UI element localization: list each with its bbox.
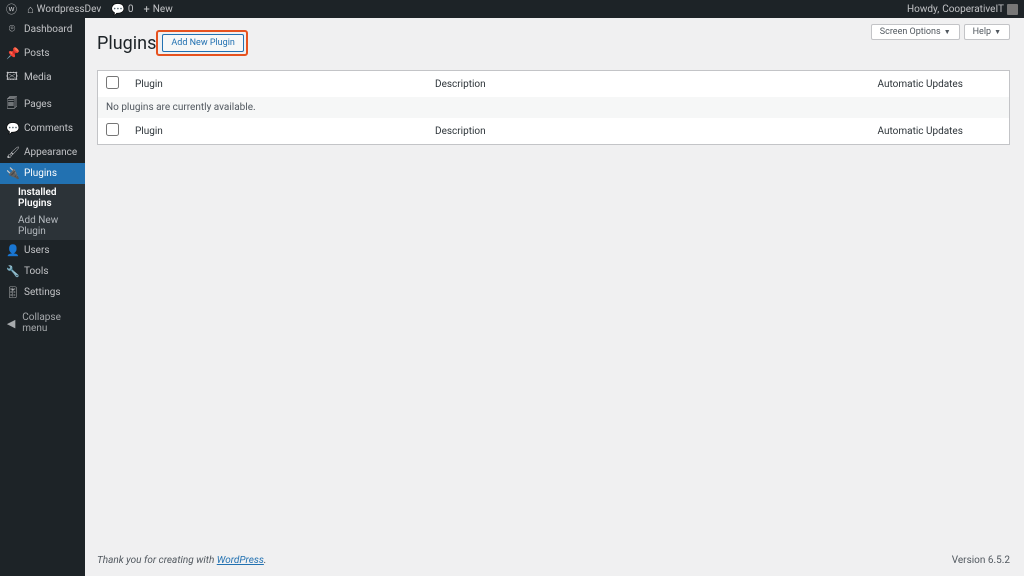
sidebar-item-dashboard[interactable]: ⌾ Dashboard (0, 18, 85, 40)
admin-toolbar-left: ⓦ ⌂WordpressDev 💬0 +New (6, 1, 173, 17)
sidebar-item-label: Settings (24, 287, 61, 298)
column-header-description: Description (427, 71, 870, 98)
page-icon: 🗐 (6, 95, 18, 114)
sidebar-subitem-add-new-plugin[interactable]: Add New Plugin (0, 212, 85, 240)
sidebar-item-tools[interactable]: 🔧 Tools (0, 261, 85, 282)
wordpress-link[interactable]: WordPress (217, 555, 264, 566)
comment-icon: 💬 (6, 122, 18, 135)
account-link[interactable]: Howdy, CooperativeIT (907, 4, 1018, 15)
screen-options-label: Screen Options (880, 27, 941, 37)
select-all-footer (98, 118, 128, 145)
admin-sidebar: ⌾ Dashboard 📌 Posts 🖾 Media 🗐 Pages 💬 Comment… (0, 18, 85, 576)
sidebar-item-label: Dashboard (24, 24, 72, 35)
sliders-icon: 🎚 (6, 286, 18, 299)
no-items-message: No plugins are currently available. (98, 97, 1010, 118)
column-header-auto-updates[interactable]: Automatic Updates (870, 71, 1010, 98)
plug-icon: 🔌 (6, 167, 18, 180)
column-header-plugin[interactable]: Plugin (127, 71, 427, 98)
sidebar-item-label: Users (24, 245, 50, 256)
collapse-label: Collapse menu (22, 312, 79, 334)
table-header-row: Plugin Description Automatic Updates (98, 71, 1010, 98)
sidebar-item-label: Posts (24, 48, 50, 59)
no-items-row: No plugins are currently available. (98, 97, 1010, 118)
dashboard-icon: ⌾ (6, 22, 18, 36)
add-new-plugin-button[interactable]: Add New Plugin (162, 34, 243, 52)
comments-count: 0 (128, 4, 134, 15)
admin-toolbar: ⓦ ⌂WordpressDev 💬0 +New Howdy, Cooperati… (0, 0, 1024, 18)
collapse-menu-button[interactable]: ◀ Collapse menu (0, 308, 85, 338)
footer-text: Thank you for creating with (97, 555, 217, 566)
highlight-annotation: Add New Plugin (156, 30, 247, 56)
user-icon: 👤 (6, 244, 18, 257)
sidebar-item-media[interactable]: 🖾 Media (0, 64, 85, 91)
main-content: Screen Options▼ Help▼ Plugins Add New Pl… (85, 18, 1024, 576)
wrench-icon: 🔧 (6, 265, 18, 278)
new-content-link[interactable]: +New (144, 3, 173, 16)
select-all-checkbox-top[interactable] (106, 76, 119, 89)
pin-icon: 📌 (6, 47, 18, 60)
plugins-table: Plugin Description Automatic Updates No … (97, 70, 1010, 145)
sidebar-item-label: Media (24, 72, 52, 83)
chevron-down-icon: ▼ (944, 28, 951, 36)
sidebar-item-users[interactable]: 👤 Users (0, 240, 85, 261)
sidebar-submenu-plugins: Installed Plugins Add New Plugin (0, 184, 85, 240)
footer-thankyou: Thank you for creating with WordPress. (97, 555, 266, 566)
sidebar-item-appearance[interactable]: 🖌 Appearance (0, 142, 85, 163)
sidebar-item-label: Appearance (24, 147, 77, 158)
home-icon: ⌂ (27, 3, 34, 16)
page-title: Plugins (97, 33, 156, 54)
sidebar-item-label: Plugins (24, 168, 57, 179)
sidebar-item-label: Comments (24, 123, 73, 134)
chevron-down-icon: ▼ (994, 28, 1001, 36)
site-name: WordpressDev (37, 4, 102, 15)
new-label: New (153, 4, 173, 15)
sidebar-subitem-installed-plugins[interactable]: Installed Plugins (0, 184, 85, 212)
sidebar-item-label: Tools (24, 266, 48, 277)
sidebar-item-posts[interactable]: 📌 Posts (0, 43, 85, 64)
sidebar-item-label: Pages (24, 99, 52, 110)
admin-footer: Thank you for creating with WordPress. V… (97, 555, 1010, 566)
collapse-icon: ◀ (6, 317, 16, 330)
plus-icon: + (144, 3, 150, 16)
avatar (1007, 4, 1018, 15)
user-display-name: CooperativeIT (942, 4, 1004, 15)
select-all-checkbox-bottom[interactable] (106, 123, 119, 136)
select-all-header (98, 71, 128, 98)
sidebar-item-comments[interactable]: 💬 Comments (0, 118, 85, 139)
site-link[interactable]: ⌂WordpressDev (27, 3, 101, 16)
help-label: Help (973, 27, 991, 37)
brush-icon: 🖌 (6, 146, 18, 159)
sidebar-subitem-label: Add New Plugin (18, 215, 58, 237)
column-footer-plugin[interactable]: Plugin (127, 118, 427, 145)
howdy-prefix: Howdy, (907, 4, 939, 15)
sidebar-item-plugins[interactable]: 🔌 Plugins (0, 163, 85, 184)
sidebar-item-settings[interactable]: 🎚 Settings (0, 282, 85, 303)
wp-logo[interactable]: ⓦ (6, 1, 17, 17)
table-footer-row: Plugin Description Automatic Updates (98, 118, 1010, 145)
sidebar-subitem-label: Installed Plugins (18, 187, 57, 209)
comment-icon: 💬 (111, 3, 125, 16)
media-icon: 🖾 (6, 68, 18, 87)
comments-link[interactable]: 💬0 (111, 3, 133, 16)
help-button[interactable]: Help▼ (964, 24, 1010, 40)
footer-version: Version 6.5.2 (952, 555, 1010, 566)
column-footer-auto-updates[interactable]: Automatic Updates (870, 118, 1010, 145)
wordpress-icon: ⓦ (6, 1, 17, 17)
screen-options-button[interactable]: Screen Options▼ (871, 24, 960, 40)
screen-meta-links: Screen Options▼ Help▼ (871, 24, 1010, 40)
column-footer-description: Description (427, 118, 870, 145)
sidebar-item-pages[interactable]: 🗐 Pages (0, 91, 85, 118)
admin-toolbar-right: Howdy, CooperativeIT (907, 4, 1018, 15)
